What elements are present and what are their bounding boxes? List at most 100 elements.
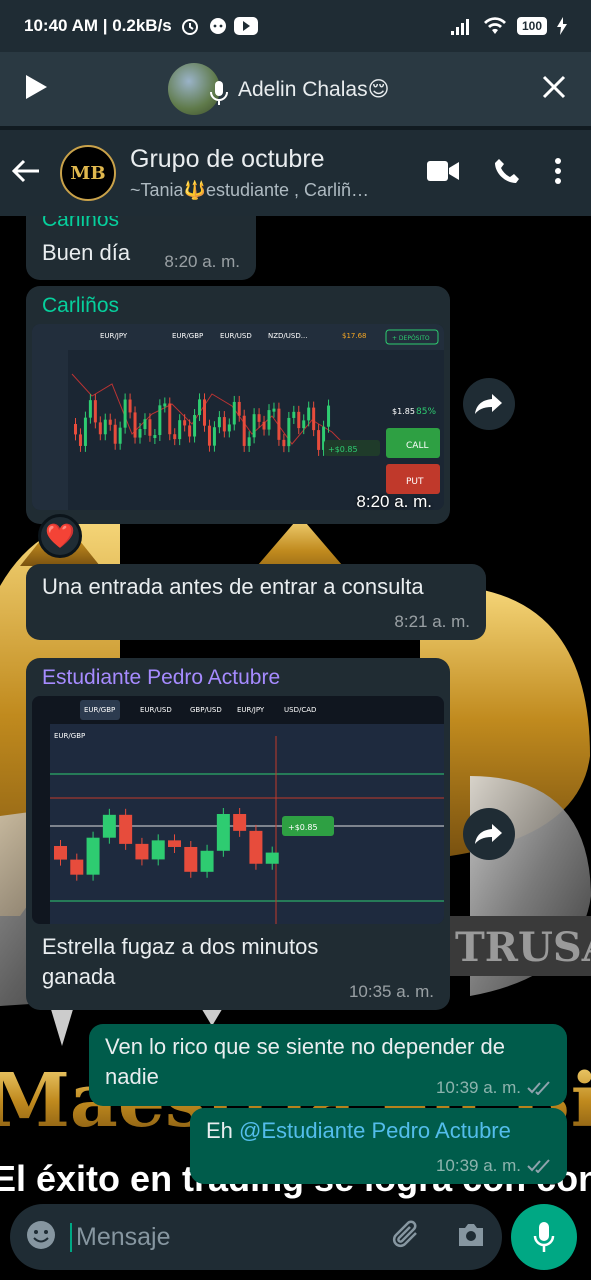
candle	[249, 830, 263, 864]
voice-chat-bar[interactable]: Adelin Chalas😌	[0, 52, 591, 126]
forward-button[interactable]	[463, 808, 515, 860]
trading-chart-1: EUR/JPY EUR/GBP EUR/USD NZD/USD... $17.6…	[32, 324, 444, 510]
chart-deposit: + DEPÓSITO	[392, 335, 430, 342]
close-icon[interactable]	[541, 74, 567, 105]
chart-tab: EUR/USD	[220, 332, 252, 340]
candle	[252, 414, 256, 438]
candle	[54, 846, 67, 860]
status-bar: 10:40 AM | 0.2kB/s 100	[0, 0, 591, 52]
read-receipt-icon	[527, 1081, 550, 1095]
image-message-bubble[interactable]: Estudiante Pedro Actubre EUR/GBP EUR/USD…	[26, 658, 450, 1010]
message-text: Una entrada antes de entrar a consulta	[42, 574, 424, 599]
message-text: Estrella fugaz a dos minutos ganada	[42, 934, 319, 989]
trading-chart-2: EUR/GBP EUR/USD GBP/USD EUR/JPY USD/CAD …	[32, 696, 444, 924]
status-time: 10:40 AM	[24, 16, 99, 35]
chat-area[interactable]: TRUSA Maestría en Binar El éxito en trad…	[0, 216, 591, 1204]
candle	[233, 813, 247, 831]
wallpaper-badge-text: TRUSA	[455, 924, 591, 971]
forward-icon	[475, 824, 502, 844]
chart-payout: 85%	[416, 407, 436, 417]
voice-avatar	[168, 63, 228, 115]
reaction-badge[interactable]: ❤️	[38, 514, 82, 558]
chart-tab: EUR/GBP	[172, 332, 203, 340]
candle	[78, 434, 82, 446]
read-receipt-icon	[527, 1159, 550, 1173]
microphone-icon	[210, 80, 228, 111]
candle	[183, 420, 187, 426]
candle	[222, 417, 226, 432]
chart-profit: +$0.85	[288, 823, 318, 832]
candle	[312, 407, 316, 431]
candle	[317, 430, 321, 450]
candle	[237, 401, 241, 416]
forward-button[interactable]	[463, 378, 515, 430]
candle	[217, 417, 221, 428]
trading-chart-image[interactable]: EUR/JPY EUR/GBP EUR/USD NZD/USD... $17.6…	[32, 324, 444, 510]
candle	[277, 408, 281, 440]
video-call-icon[interactable]	[427, 160, 459, 187]
candle	[98, 422, 102, 435]
candle	[153, 435, 157, 439]
candle	[292, 411, 296, 418]
message-time: 8:20 a. m.	[356, 492, 432, 511]
message-time: 10:39 a. m.	[436, 1078, 551, 1098]
candle	[327, 405, 331, 427]
candle	[227, 424, 231, 432]
candle	[262, 421, 266, 430]
candle	[297, 411, 301, 429]
chart-amount: $1.85	[392, 407, 415, 416]
candle	[168, 403, 172, 435]
emoji-icon[interactable]	[26, 1220, 56, 1255]
candle	[74, 424, 77, 435]
more-options-icon[interactable]	[555, 157, 561, 189]
candle	[108, 419, 112, 425]
camera-icon[interactable]	[456, 1222, 486, 1253]
trading-chart-image[interactable]: EUR/GBP EUR/USD GBP/USD EUR/JPY USD/CAD …	[32, 696, 444, 924]
candle	[184, 846, 198, 872]
battery-indicator: 100	[516, 17, 547, 35]
image-message-bubble[interactable]: Carliños EUR/JPY EUR/GBP EUR/USD NZD/USD…	[26, 286, 450, 524]
candle	[158, 405, 162, 436]
candle	[148, 419, 152, 436]
message-time: 8:21 a. m.	[394, 612, 470, 631]
chart-balance: $17.68	[342, 332, 367, 340]
mention-link[interactable]: @Estudiante Pedro Actubre	[239, 1118, 511, 1143]
candle	[302, 420, 306, 429]
chart-tab: EUR/USD	[140, 706, 172, 714]
candle	[207, 425, 211, 446]
candle	[143, 419, 147, 430]
wifi-icon	[483, 17, 507, 35]
group-avatar[interactable]: MB	[60, 145, 116, 201]
candle	[203, 399, 206, 426]
message-text: Eh @Estudiante Pedro Actubre	[206, 1118, 511, 1143]
message-input[interactable]: Mensaje	[10, 1204, 502, 1270]
back-arrow-icon[interactable]	[11, 159, 40, 188]
candle	[287, 417, 291, 447]
chart-tab: EUR/GBP	[84, 706, 115, 714]
outgoing-message-bubble[interactable]: Eh @Estudiante Pedro Actubre 10:39 a. m.	[190, 1108, 567, 1184]
candle	[216, 813, 230, 851]
outgoing-message-bubble[interactable]: Ven lo rico que se siente no depender de…	[89, 1024, 567, 1106]
attach-icon[interactable]	[390, 1219, 422, 1256]
candle	[133, 412, 137, 438]
candle	[242, 415, 246, 446]
play-icon[interactable]	[24, 74, 48, 105]
group-title: Grupo de octubre	[130, 145, 325, 173]
voice-record-button[interactable]	[511, 1204, 577, 1270]
group-info[interactable]: Grupo de octubre ~Tania🔱estudiante , Car…	[130, 145, 400, 201]
message-bubble[interactable]: Una entrada antes de entrar a consulta 8…	[26, 564, 486, 640]
candle	[178, 420, 182, 440]
message-bubble[interactable]: Carliños Buen día 8:20 a. m.	[26, 216, 256, 280]
candle	[257, 414, 261, 422]
candle	[267, 410, 271, 430]
candle	[212, 427, 216, 446]
candle	[188, 425, 192, 437]
candle	[119, 814, 133, 844]
candle	[83, 417, 87, 446]
candle	[88, 400, 92, 418]
candle	[173, 434, 177, 440]
group-members: ~Tania🔱estudiante , Carliñ…	[130, 180, 370, 200]
phone-call-icon[interactable]	[493, 157, 521, 190]
message-placeholder: Mensaje	[70, 1222, 171, 1252]
alarm-icon	[180, 16, 200, 36]
